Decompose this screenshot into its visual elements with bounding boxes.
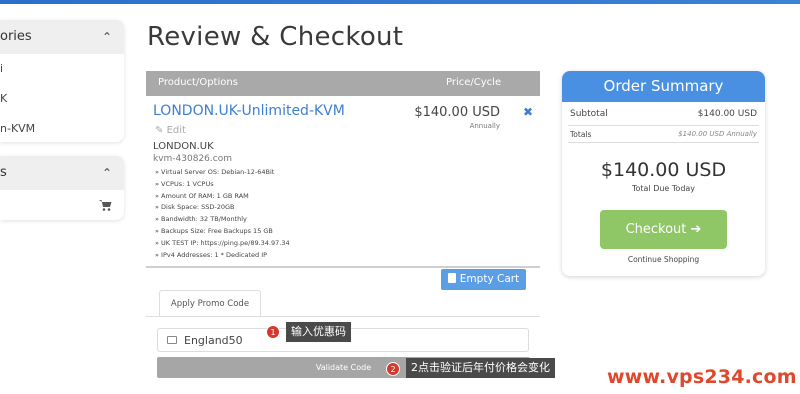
product-hostname: kvm-430826.com xyxy=(153,154,232,164)
pencil-icon: ✎ xyxy=(155,125,164,136)
product-location: LONDON.UK xyxy=(153,141,214,152)
watermark-text: www.vps234.com xyxy=(607,366,797,388)
spec-item: » IPv4 Addresses: 1 * Dedicated IP xyxy=(155,250,268,259)
subtotal-label: Subtotal xyxy=(570,109,608,119)
page-title: Review & Checkout xyxy=(147,22,404,52)
spec-item: » Backups Size: Free Backups 15 GB xyxy=(155,226,273,235)
trash-icon xyxy=(447,273,456,283)
total-due-label: Total Due Today xyxy=(631,184,696,193)
sidebar-item-category-1[interactable]: i xyxy=(0,54,124,84)
annotation-callout-1: 输入优惠码 xyxy=(286,322,351,342)
sidebar-item-category-2[interactable]: K xyxy=(0,84,124,114)
product-name-link[interactable]: LONDON.UK-Unlimited-KVM xyxy=(153,103,345,119)
checkout-button[interactable]: Checkout ➔ xyxy=(600,210,727,249)
cart-item-row: LONDON.UK-Unlimited-KVM ✎ Edit LONDON.UK… xyxy=(146,96,540,268)
sidebar-actions-header[interactable]: s ⌃ xyxy=(0,156,124,190)
product-price: $140.00 USD xyxy=(414,105,500,120)
promo-code-value: England50 xyxy=(184,334,243,347)
spec-item: » Virtual Server OS: Debian-12-64Bit xyxy=(155,168,275,176)
spec-item: » Disk Space: SSD-20GB xyxy=(155,203,235,212)
spec-item: » Amount Of RAM: 1 GB RAM xyxy=(155,191,249,200)
subtotal-value: $140.00 USD xyxy=(697,109,757,119)
annotation-marker-1: 1 xyxy=(266,325,280,339)
annotation-marker-2: 2 xyxy=(386,362,400,376)
tab-divider xyxy=(146,316,540,317)
total-amount: $140.00 USD xyxy=(600,159,727,181)
totals-label: Totals xyxy=(570,130,592,139)
spec-item: » UK TEST IP: https://ping.pe/89.34.97.3… xyxy=(155,238,290,247)
sidebar-categories-panel: ories ⌃ i K n-KVM xyxy=(0,20,124,142)
spec-item: » VCPUs: 1 VCPUs xyxy=(155,179,214,188)
product-spec-list: » Virtual Server OS: Debian-12-64Bit » V… xyxy=(155,167,290,261)
empty-cart-label: Empty Cart xyxy=(459,273,520,285)
column-header-product: Product/Options xyxy=(158,77,238,88)
totals-value: $140.00 USD Annually xyxy=(678,130,757,138)
cart-icon xyxy=(99,200,112,211)
sidebar-item-cart[interactable] xyxy=(0,190,124,220)
divider xyxy=(568,125,759,126)
annotation-callout-2: 2点击验证后年付价格会变化 xyxy=(406,358,555,378)
empty-cart-button[interactable]: Empty Cart xyxy=(441,269,526,290)
column-header-price: Price/Cycle xyxy=(446,77,502,88)
edit-label: Edit xyxy=(166,125,186,136)
divider xyxy=(568,142,759,143)
tab-apply-promo-code[interactable]: Apply Promo Code xyxy=(159,290,261,317)
edit-link[interactable]: ✎ Edit xyxy=(155,125,186,136)
product-table-header: Product/Options Price/Cycle xyxy=(146,71,540,96)
sidebar-actions-title: s xyxy=(0,165,7,180)
sidebar-actions-panel: s ⌃ xyxy=(0,156,124,220)
sidebar-categories-header[interactable]: ories ⌃ xyxy=(0,20,124,54)
order-summary-title: Order Summary xyxy=(562,71,765,102)
spec-item: » Bandwidth: 32 TB/Monthly xyxy=(155,215,247,224)
totals-row: Totals $140.00 USD Annually xyxy=(570,130,757,139)
sidebar-item-category-3[interactable]: n-KVM xyxy=(0,114,124,142)
continue-shopping-link[interactable]: Continue Shopping xyxy=(562,255,765,264)
remove-item-icon[interactable]: ✖ xyxy=(523,105,533,119)
sidebar-categories-title: ories xyxy=(0,29,32,44)
subtotal-row: Subtotal $140.00 USD xyxy=(570,109,757,119)
order-summary-panel: Order Summary Subtotal $140.00 USD Total… xyxy=(562,71,765,276)
chevron-up-icon[interactable]: ⌃ xyxy=(102,20,112,54)
ticket-icon xyxy=(167,336,177,344)
billing-cycle: Annually xyxy=(469,122,500,130)
top-accent-bar xyxy=(0,0,800,4)
chevron-up-icon[interactable]: ⌃ xyxy=(102,156,112,190)
